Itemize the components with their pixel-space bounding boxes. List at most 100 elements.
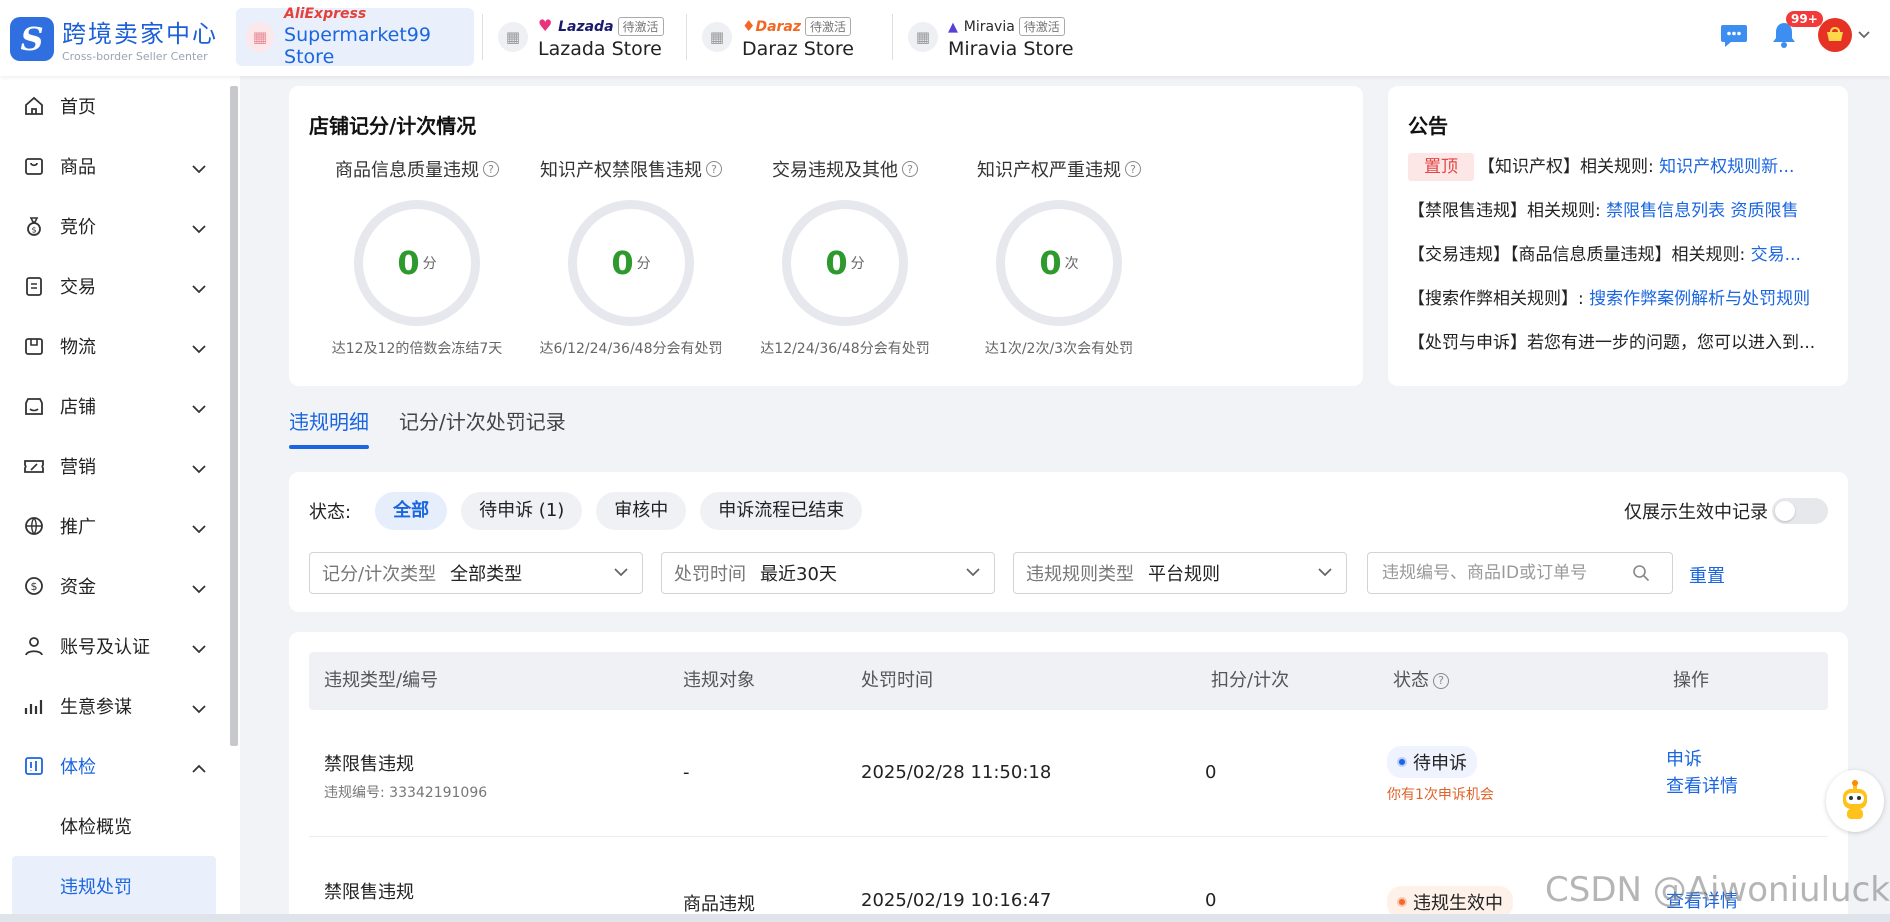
sidebar-subitem[interactable]: 体检概览 (0, 796, 228, 856)
status-pill-appeal-ended[interactable]: 申诉流程已结束 (700, 492, 863, 530)
store-brand: Miravia (963, 18, 1015, 35)
appeal-link[interactable]: 申诉 (1666, 746, 1738, 773)
status-pill-under-review[interactable]: 审核中 (596, 492, 687, 530)
ticket-icon (22, 454, 46, 478)
chevron-down-icon (1858, 31, 1870, 39)
notice-item[interactable]: 【禁限售违规】相关规则: 禁限售信息列表 资质限售 (1408, 189, 1828, 233)
sidebar-item[interactable]: 交易 (0, 256, 228, 316)
store-name: Supermarket99 Store (284, 24, 431, 68)
sidebar-item-label: 推广 (60, 517, 96, 538)
notice-title: 公告 (1408, 114, 1448, 138)
notice-item[interactable]: 置顶 【知识产权】相关规则: 知识产权规则新... (1408, 145, 1828, 189)
notice-item[interactable]: 【处罚与申诉】若您有进一步的问题，您可以进入到... (1408, 321, 1828, 365)
col-header: 处罚时间 (861, 670, 933, 691)
store-name: Miravia Store (948, 37, 1074, 60)
select-label: 违规规则类型 (1026, 564, 1134, 585)
taskbar-strip (0, 914, 1890, 922)
sidebar-item[interactable]: 首页 (0, 76, 228, 136)
help-icon[interactable]: ? (902, 161, 918, 177)
penalty-time: 2025/02/28 11:50:18 (861, 762, 1052, 783)
money-bag-icon: $ (22, 214, 46, 238)
help-icon[interactable]: ? (1433, 673, 1449, 689)
view-details-link[interactable]: 查看详情 (1666, 773, 1738, 800)
chat-icon[interactable] (1718, 19, 1750, 51)
rule-type-select[interactable]: 违规规则类型 平台规则 (1013, 552, 1347, 594)
notice-item[interactable]: 【搜索作弊相关规则】: 搜索作弊案例解析与处罚规则 (1408, 277, 1828, 321)
active-only-toggle[interactable] (1772, 498, 1828, 524)
filter-card: 状态: 全部 待申诉 (1) 审核中 申诉流程已结束 仅展示生效中记录 记分/计… (289, 472, 1848, 612)
store-icon: ▦ (702, 22, 732, 52)
gauge-unit: 分 (422, 256, 437, 272)
notice-link[interactable]: 搜索作弊案例解析与处罚规则 (1589, 289, 1810, 309)
store-brand: AliExpress (284, 6, 367, 22)
search-input[interactable] (1382, 563, 1632, 583)
svg-text:$: $ (31, 226, 36, 235)
gauge-value: 0 (611, 244, 634, 282)
notice-text: 【知识产权】相关规则: (1478, 157, 1660, 177)
notice-link[interactable]: 禁限售信息列表 资质限售 (1606, 201, 1798, 221)
search-icon[interactable] (1632, 564, 1650, 582)
notice-link[interactable]: 知识产权规则新... (1659, 157, 1794, 177)
account-menu[interactable] (1818, 18, 1870, 52)
notice-item[interactable]: 【交易违规】【商品信息质量违规】相关规则: 交易... (1408, 233, 1828, 277)
sidebar-item[interactable]: 账号及认证 (0, 616, 228, 676)
select-value: 全部类型 (450, 564, 523, 585)
gauge-unit: 次 (1064, 256, 1079, 272)
sidebar-item[interactable]: 营销 (0, 436, 228, 496)
col-header: 操作 (1673, 670, 1709, 691)
chevron-down-icon (192, 638, 206, 659)
violation-object: 商品违规 (683, 894, 755, 915)
sidebar-item[interactable]: $ 资金 (0, 556, 228, 616)
chevron-down-icon (192, 698, 206, 719)
sidebar-item-label: 营销 (60, 457, 96, 478)
help-icon[interactable]: ? (483, 161, 499, 177)
help-icon[interactable]: ? (1125, 161, 1141, 177)
assistant-robot-icon[interactable] (1826, 770, 1884, 832)
store-icon: ▦ (908, 22, 938, 52)
sidebar-item[interactable]: 推广 (0, 496, 228, 556)
col-header: 违规类型/编号 (324, 670, 439, 691)
table-header: 违规类型/编号 违规对象 处罚时间 扣分/计次 状态? 操作 (309, 652, 1828, 710)
inactive-tag: 待激活 (1018, 16, 1065, 36)
penalty-time-select[interactable]: 处罚时间 最近30天 (661, 552, 995, 594)
logo-subtitle: Cross-border Seller Center (62, 50, 208, 63)
sidebar-scrollbar[interactable] (230, 86, 238, 746)
select-label: 处罚时间 (674, 564, 746, 585)
notice-text: 【搜索作弊相关规则】: (1408, 289, 1590, 309)
status-pill-all[interactable]: 全部 (375, 492, 448, 530)
sidebar-item[interactable]: 体检 (0, 736, 228, 796)
sidebar-item-label: 交易 (60, 277, 96, 298)
sidebar-item[interactable]: 生意参谋 (0, 676, 228, 736)
active-only-label: 仅展示生效中记录 (1624, 502, 1768, 523)
tab-violation-details[interactable]: 违规明细 (289, 406, 369, 449)
status-badge: 待申诉 (1387, 746, 1477, 778)
sidebar-subitem[interactable]: 违规处罚 (12, 856, 216, 916)
tab-penalty-records[interactable]: 记分/计次处罚记录 (399, 406, 566, 449)
sidebar-item[interactable]: 店铺 (0, 376, 228, 436)
violation-type: 禁限售违规 (324, 754, 414, 775)
score-deduction: 0 (1205, 890, 1217, 911)
gauge-value: 0 (825, 244, 848, 282)
violation-type: 禁限售违规 (324, 882, 414, 903)
home-icon (22, 94, 46, 118)
chevron-down-icon (192, 158, 206, 179)
chevron-down-icon (192, 398, 206, 419)
store-switch-miravia[interactable]: ▦ ▲ Miravia 待激活 Miravia Store (898, 8, 1074, 66)
store-switch-aliexpress[interactable]: ▦ AliExpress Supermarket99 Store (236, 6, 474, 68)
store-switch-daraz[interactable]: ▦ ♦Daraz 待激活 Daraz Store (692, 8, 854, 66)
store-switch-lazada[interactable]: ▦ ♥ Lazada 待激活 Lazada Store (488, 8, 664, 66)
notification-bell-icon[interactable]: 99+ (1768, 11, 1823, 51)
notice-link[interactable]: 交易... (1751, 245, 1801, 265)
sidebar-item[interactable]: 物流 (0, 316, 228, 376)
reset-button[interactable]: 重置 (1689, 562, 1725, 588)
box-icon (22, 334, 46, 358)
store-brand: Lazada (558, 18, 614, 35)
top-bar: S 跨境卖家中心 Cross-border Seller Center ▦ Al… (0, 0, 1890, 76)
logo[interactable]: S 跨境卖家中心 Cross-border Seller Center (10, 14, 218, 63)
status-pill-pending-appeal[interactable]: 待申诉 (1) (461, 492, 583, 530)
sidebar-item[interactable]: $ 竞价 (0, 196, 228, 256)
analytics-icon (22, 694, 46, 718)
sidebar-item-label: 资金 (60, 577, 96, 598)
sidebar-item[interactable]: 商品 (0, 136, 228, 196)
score-type-select[interactable]: 记分/计次类型 全部类型 (309, 552, 643, 594)
